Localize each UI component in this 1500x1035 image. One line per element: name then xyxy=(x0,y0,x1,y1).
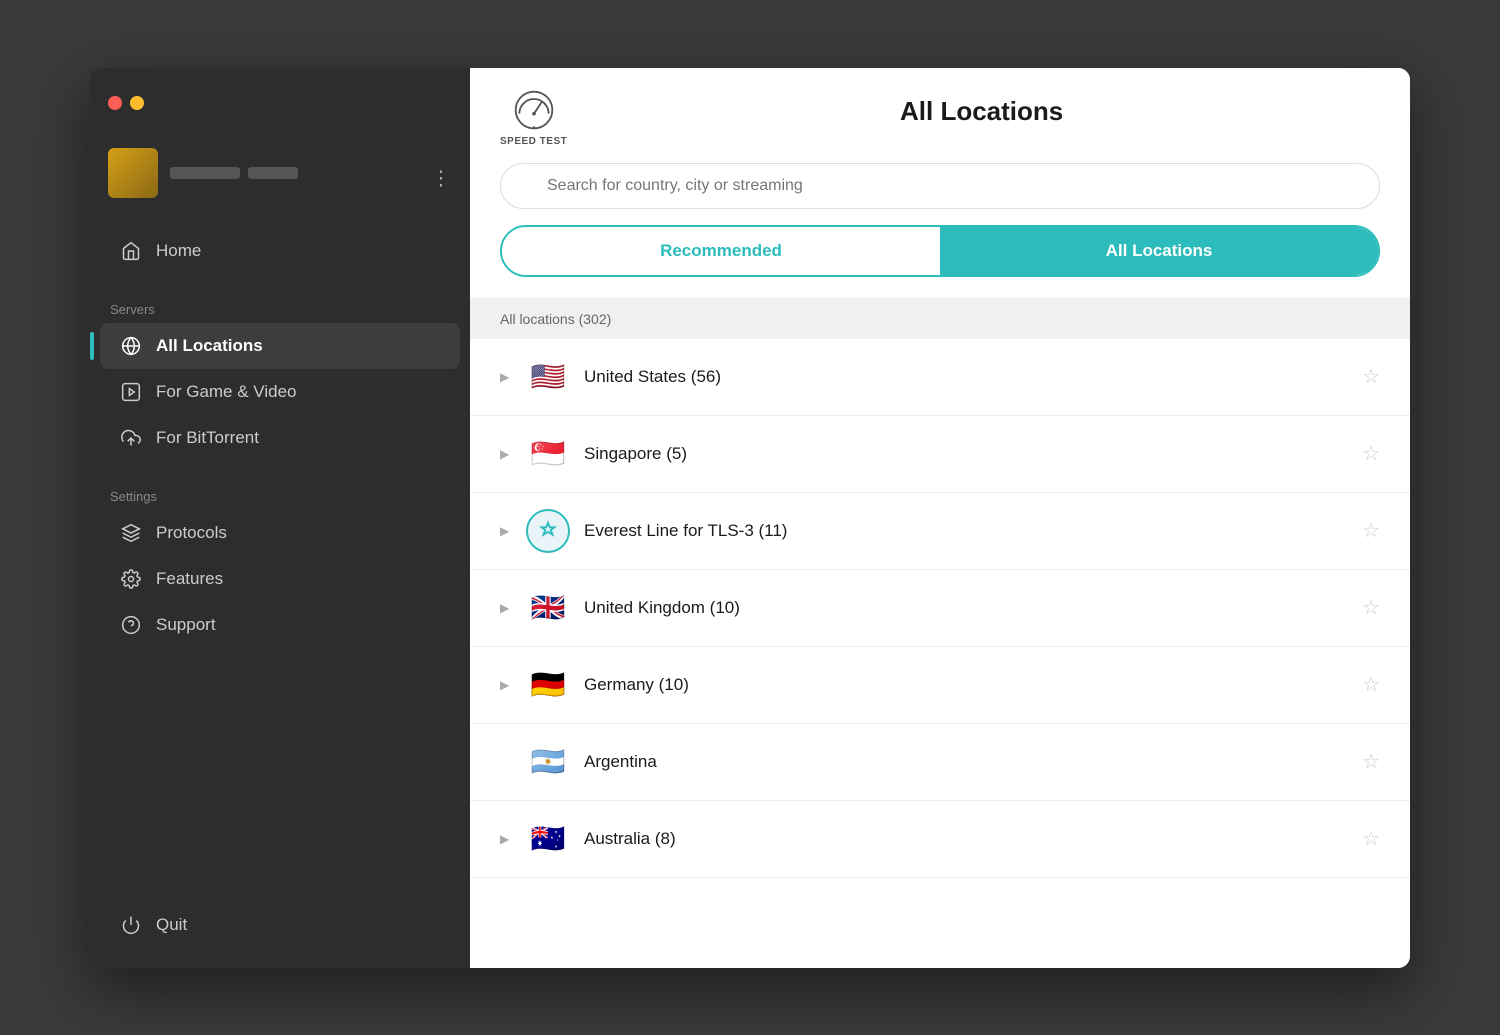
user-section: ⋮ xyxy=(90,138,470,218)
search-container: 🔍 xyxy=(470,147,1410,225)
page-title: All Locations xyxy=(583,88,1380,127)
list-item[interactable]: ▶ Everest Line for TLS-3 (11) ☆ xyxy=(470,493,1410,570)
expand-arrow-icon: ▶ xyxy=(500,601,512,615)
everest-flag xyxy=(526,509,570,553)
main-header: ● SPEED TEST All Locations xyxy=(470,68,1410,147)
tab-container: Recommended All Locations xyxy=(470,225,1410,297)
location-name: Australia (8) xyxy=(584,829,1348,849)
speed-test-label: SPEED TEST xyxy=(500,136,567,147)
svg-text:●: ● xyxy=(532,124,535,129)
list-item[interactable]: ▶ 🇩🇪 Germany (10) ☆ xyxy=(470,647,1410,724)
minimize-button[interactable] xyxy=(130,96,144,110)
sidebar-bottom: Quit xyxy=(90,902,470,968)
list-item[interactable]: ▶ 🇬🇧 United Kingdom (10) ☆ xyxy=(470,570,1410,647)
favorite-icon[interactable]: ☆ xyxy=(1362,595,1380,620)
sidebar-item-label: Quit xyxy=(156,915,187,935)
servers-section: Servers All Locations For Game & Video F… xyxy=(90,284,470,471)
list-item[interactable]: ▶ 🇸🇬 Singapore (5) ☆ xyxy=(470,416,1410,493)
sidebar-item-label: Protocols xyxy=(156,523,227,543)
flag-au: 🇦🇺 xyxy=(526,817,570,861)
expand-arrow-icon: ▶ xyxy=(500,832,512,846)
sidebar-item-game-video[interactable]: For Game & Video xyxy=(100,369,460,415)
settings-icon xyxy=(120,568,142,590)
flag-us: 🇺🇸 xyxy=(526,355,570,399)
list-header: All locations (302) xyxy=(470,299,1410,339)
search-input[interactable] xyxy=(500,163,1380,209)
sidebar-item-label: For BitTorrent xyxy=(156,428,259,448)
search-wrapper: 🔍 xyxy=(500,163,1380,209)
location-name: Singapore (5) xyxy=(584,444,1348,464)
layers-icon xyxy=(120,522,142,544)
settings-section: Settings Protocols Features Support xyxy=(90,471,470,658)
power-icon xyxy=(120,914,142,936)
favorite-icon[interactable]: ☆ xyxy=(1362,749,1380,774)
flag-sg: 🇸🇬 xyxy=(526,432,570,476)
flag-ar: 🇦🇷 xyxy=(526,740,570,784)
sidebar-item-label: Support xyxy=(156,615,216,635)
close-button[interactable] xyxy=(108,96,122,110)
sidebar-item-label: Features xyxy=(156,569,223,589)
upload-icon xyxy=(120,427,142,449)
location-name: Germany (10) xyxy=(584,675,1348,695)
expand-arrow-icon: ▶ xyxy=(500,370,512,384)
app-window: ⋮ Home Servers All Locations xyxy=(90,68,1410,968)
favorite-icon[interactable]: ☆ xyxy=(1362,364,1380,389)
flag-de: 🇩🇪 xyxy=(526,663,570,707)
sidebar-item-bittorrent[interactable]: For BitTorrent xyxy=(100,415,460,461)
list-item[interactable]: ▶ 🇺🇸 United States (56) ☆ xyxy=(470,339,1410,416)
list-item[interactable]: ▶ 🇦🇷 Argentina ☆ xyxy=(470,724,1410,801)
username-block xyxy=(170,167,240,179)
tab-all-locations[interactable]: All Locations xyxy=(940,227,1378,275)
globe-icon xyxy=(120,335,142,357)
more-options-button[interactable]: ⋮ xyxy=(431,165,452,190)
user-info xyxy=(170,167,298,179)
location-name: Argentina xyxy=(584,752,1348,772)
tab-recommended[interactable]: Recommended xyxy=(502,227,940,275)
favorite-icon[interactable]: ☆ xyxy=(1362,826,1380,851)
home-icon xyxy=(120,240,142,262)
help-circle-icon xyxy=(120,614,142,636)
sidebar-item-support[interactable]: Support xyxy=(100,602,460,648)
nav-home-section: Home xyxy=(90,218,470,284)
list-item[interactable]: ▶ 🇦🇺 Australia (8) ☆ xyxy=(470,801,1410,878)
location-name: United Kingdom (10) xyxy=(584,598,1348,618)
user-detail-block xyxy=(248,167,298,179)
sidebar-item-all-locations[interactable]: All Locations xyxy=(100,323,460,369)
avatar xyxy=(108,148,158,198)
servers-label: Servers xyxy=(90,294,470,323)
sidebar-item-quit[interactable]: Quit xyxy=(100,902,460,948)
favorite-icon[interactable]: ☆ xyxy=(1362,441,1380,466)
titlebar xyxy=(90,68,470,138)
sidebar-item-features[interactable]: Features xyxy=(100,556,460,602)
location-name: United States (56) xyxy=(584,367,1348,387)
expand-arrow-icon: ▶ xyxy=(500,447,512,461)
tab-row: Recommended All Locations xyxy=(500,225,1380,277)
sidebar: ⋮ Home Servers All Locations xyxy=(90,68,470,968)
location-name: Everest Line for TLS-3 (11) xyxy=(584,521,1348,541)
expand-arrow-icon: ▶ xyxy=(500,524,512,538)
location-list: All locations (302) ▶ 🇺🇸 United States (… xyxy=(470,299,1410,968)
favorite-icon[interactable]: ☆ xyxy=(1362,518,1380,543)
sidebar-item-label: For Game & Video xyxy=(156,382,296,402)
favorite-icon[interactable]: ☆ xyxy=(1362,672,1380,697)
sidebar-item-label: Home xyxy=(156,241,201,261)
speed-test-button[interactable]: ● SPEED TEST xyxy=(500,88,567,147)
sidebar-item-label: All Locations xyxy=(156,336,263,356)
sidebar-item-home[interactable]: Home xyxy=(100,228,460,274)
settings-label: Settings xyxy=(90,481,470,510)
play-icon xyxy=(120,381,142,403)
main-content: ● SPEED TEST All Locations 🔍 Recommended… xyxy=(470,68,1410,968)
expand-arrow-icon: ▶ xyxy=(500,678,512,692)
flag-uk: 🇬🇧 xyxy=(526,586,570,630)
sidebar-item-protocols[interactable]: Protocols xyxy=(100,510,460,556)
